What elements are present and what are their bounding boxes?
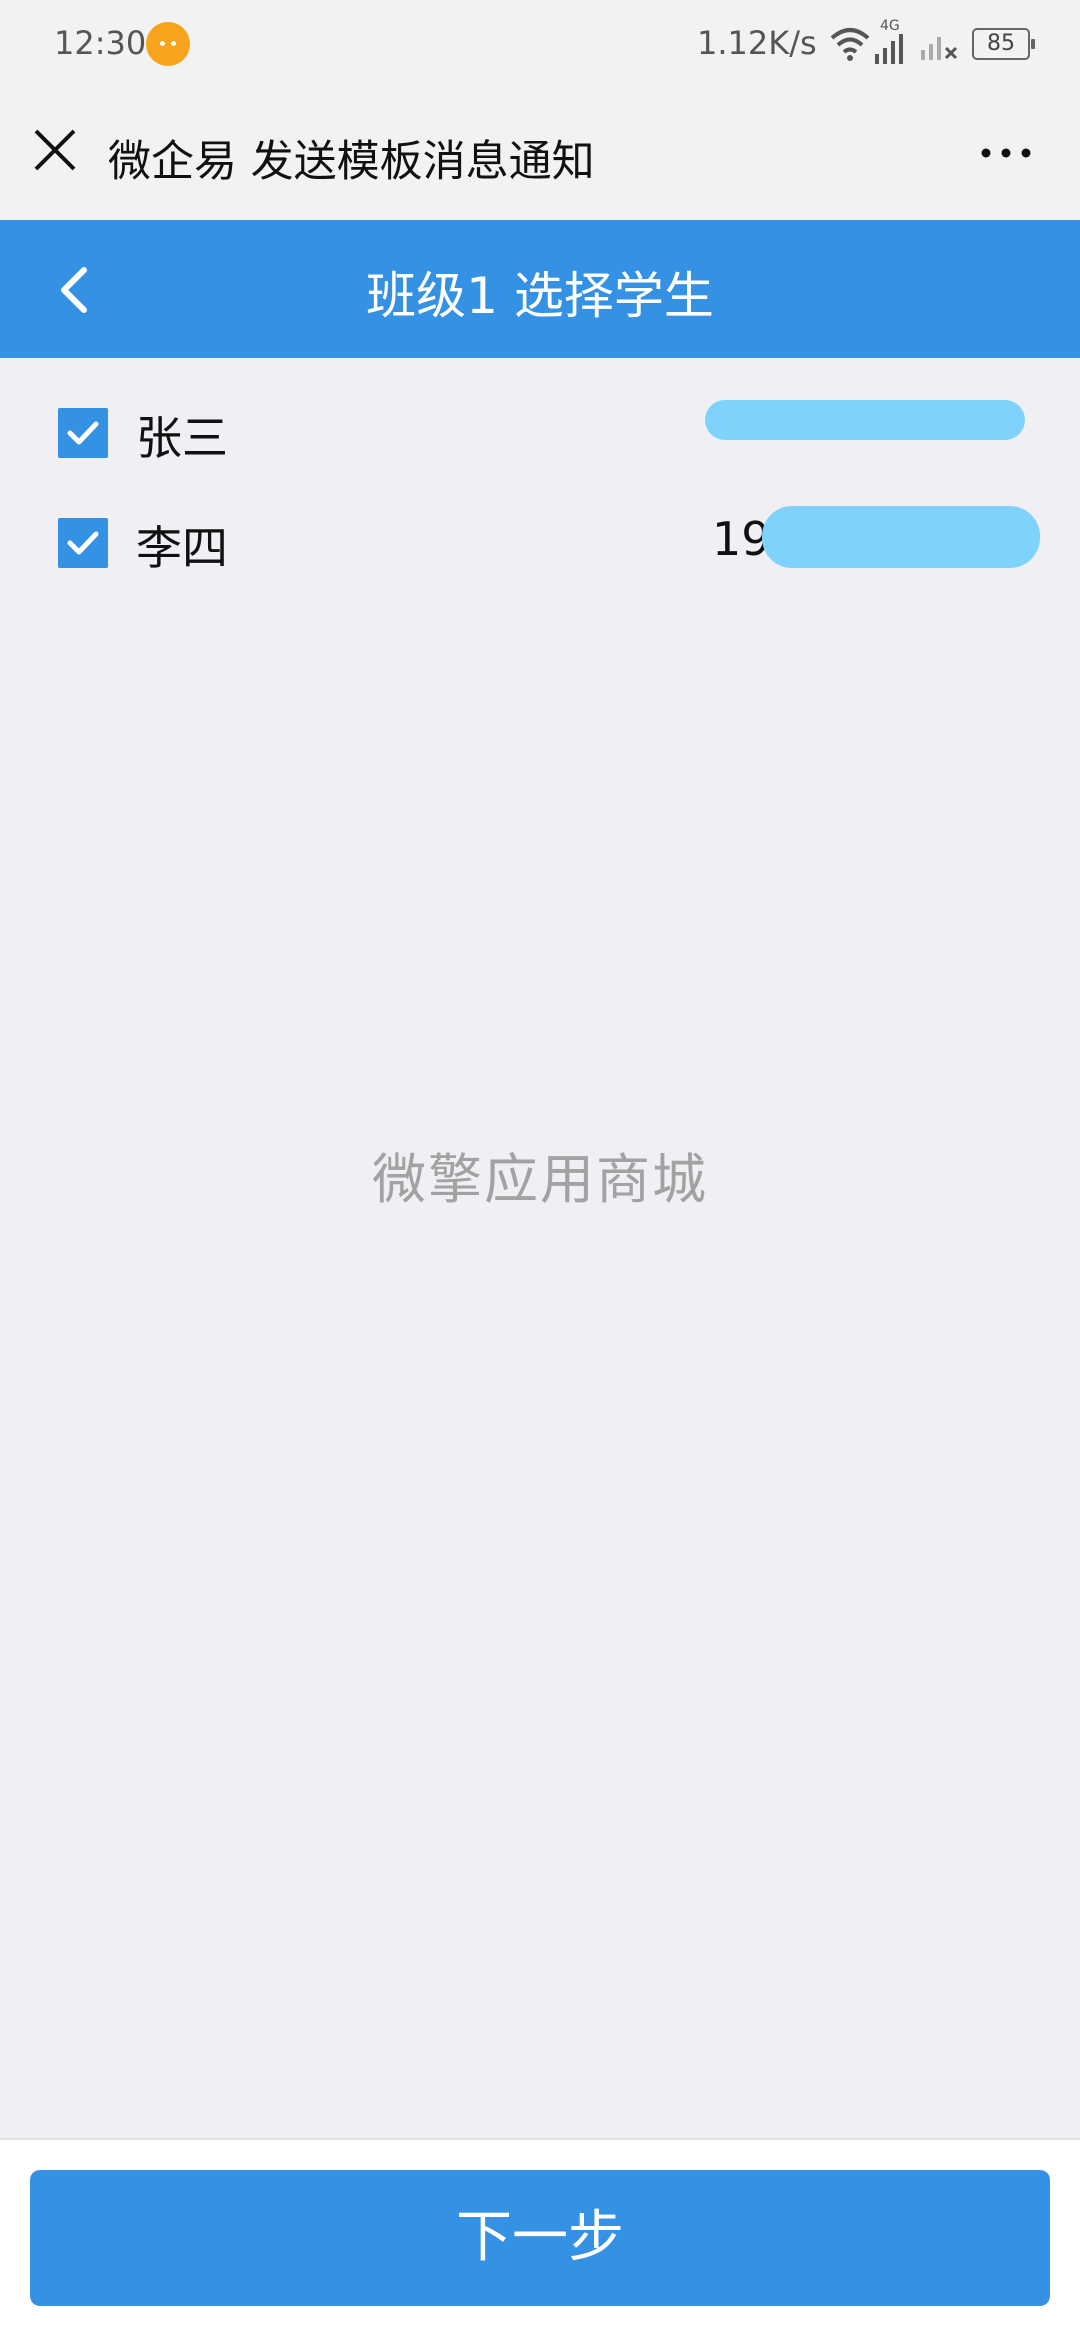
network-speed: 1.12K/s (697, 24, 817, 62)
redacted-phone (762, 506, 1040, 568)
no-signal-icon (921, 37, 958, 60)
student-name: 张三 (136, 411, 228, 465)
webview-title: 微企易 发送模板消息通知 (108, 137, 595, 187)
webview-title-bar: 微企易 发送模板消息通知 (0, 95, 1080, 220)
footer-bar: 下一步 (0, 2138, 1080, 2342)
watermark-text: 微擎应用商城 (372, 1148, 708, 1211)
status-time: 12:30 (54, 24, 147, 62)
student-checkbox[interactable] (58, 518, 108, 568)
status-bar: 12:30 1.12K/s 4G 85 (0, 0, 1080, 95)
redacted-phone (705, 400, 1025, 440)
page-header: 班级1 选择学生 (0, 220, 1080, 358)
battery-icon: 85 (972, 28, 1035, 60)
student-checkbox[interactable] (58, 408, 108, 458)
page-title: 班级1 选择学生 (366, 267, 714, 325)
wifi-icon (830, 28, 870, 61)
more-options-icon[interactable] (976, 133, 1036, 173)
close-icon[interactable] (30, 125, 80, 175)
cellular-signal-icon: 4G (874, 18, 914, 64)
notification-icon (146, 22, 190, 66)
status-icons: 4G (830, 18, 960, 64)
student-name: 李四 (136, 521, 228, 575)
checkmark-icon (67, 421, 99, 445)
student-row[interactable]: 李四 19 (0, 488, 1080, 598)
checkmark-icon (67, 531, 99, 555)
battery-level: 85 (987, 31, 1015, 56)
student-row[interactable]: 张三 (0, 378, 1080, 488)
next-step-button[interactable]: 下一步 (30, 2170, 1050, 2306)
